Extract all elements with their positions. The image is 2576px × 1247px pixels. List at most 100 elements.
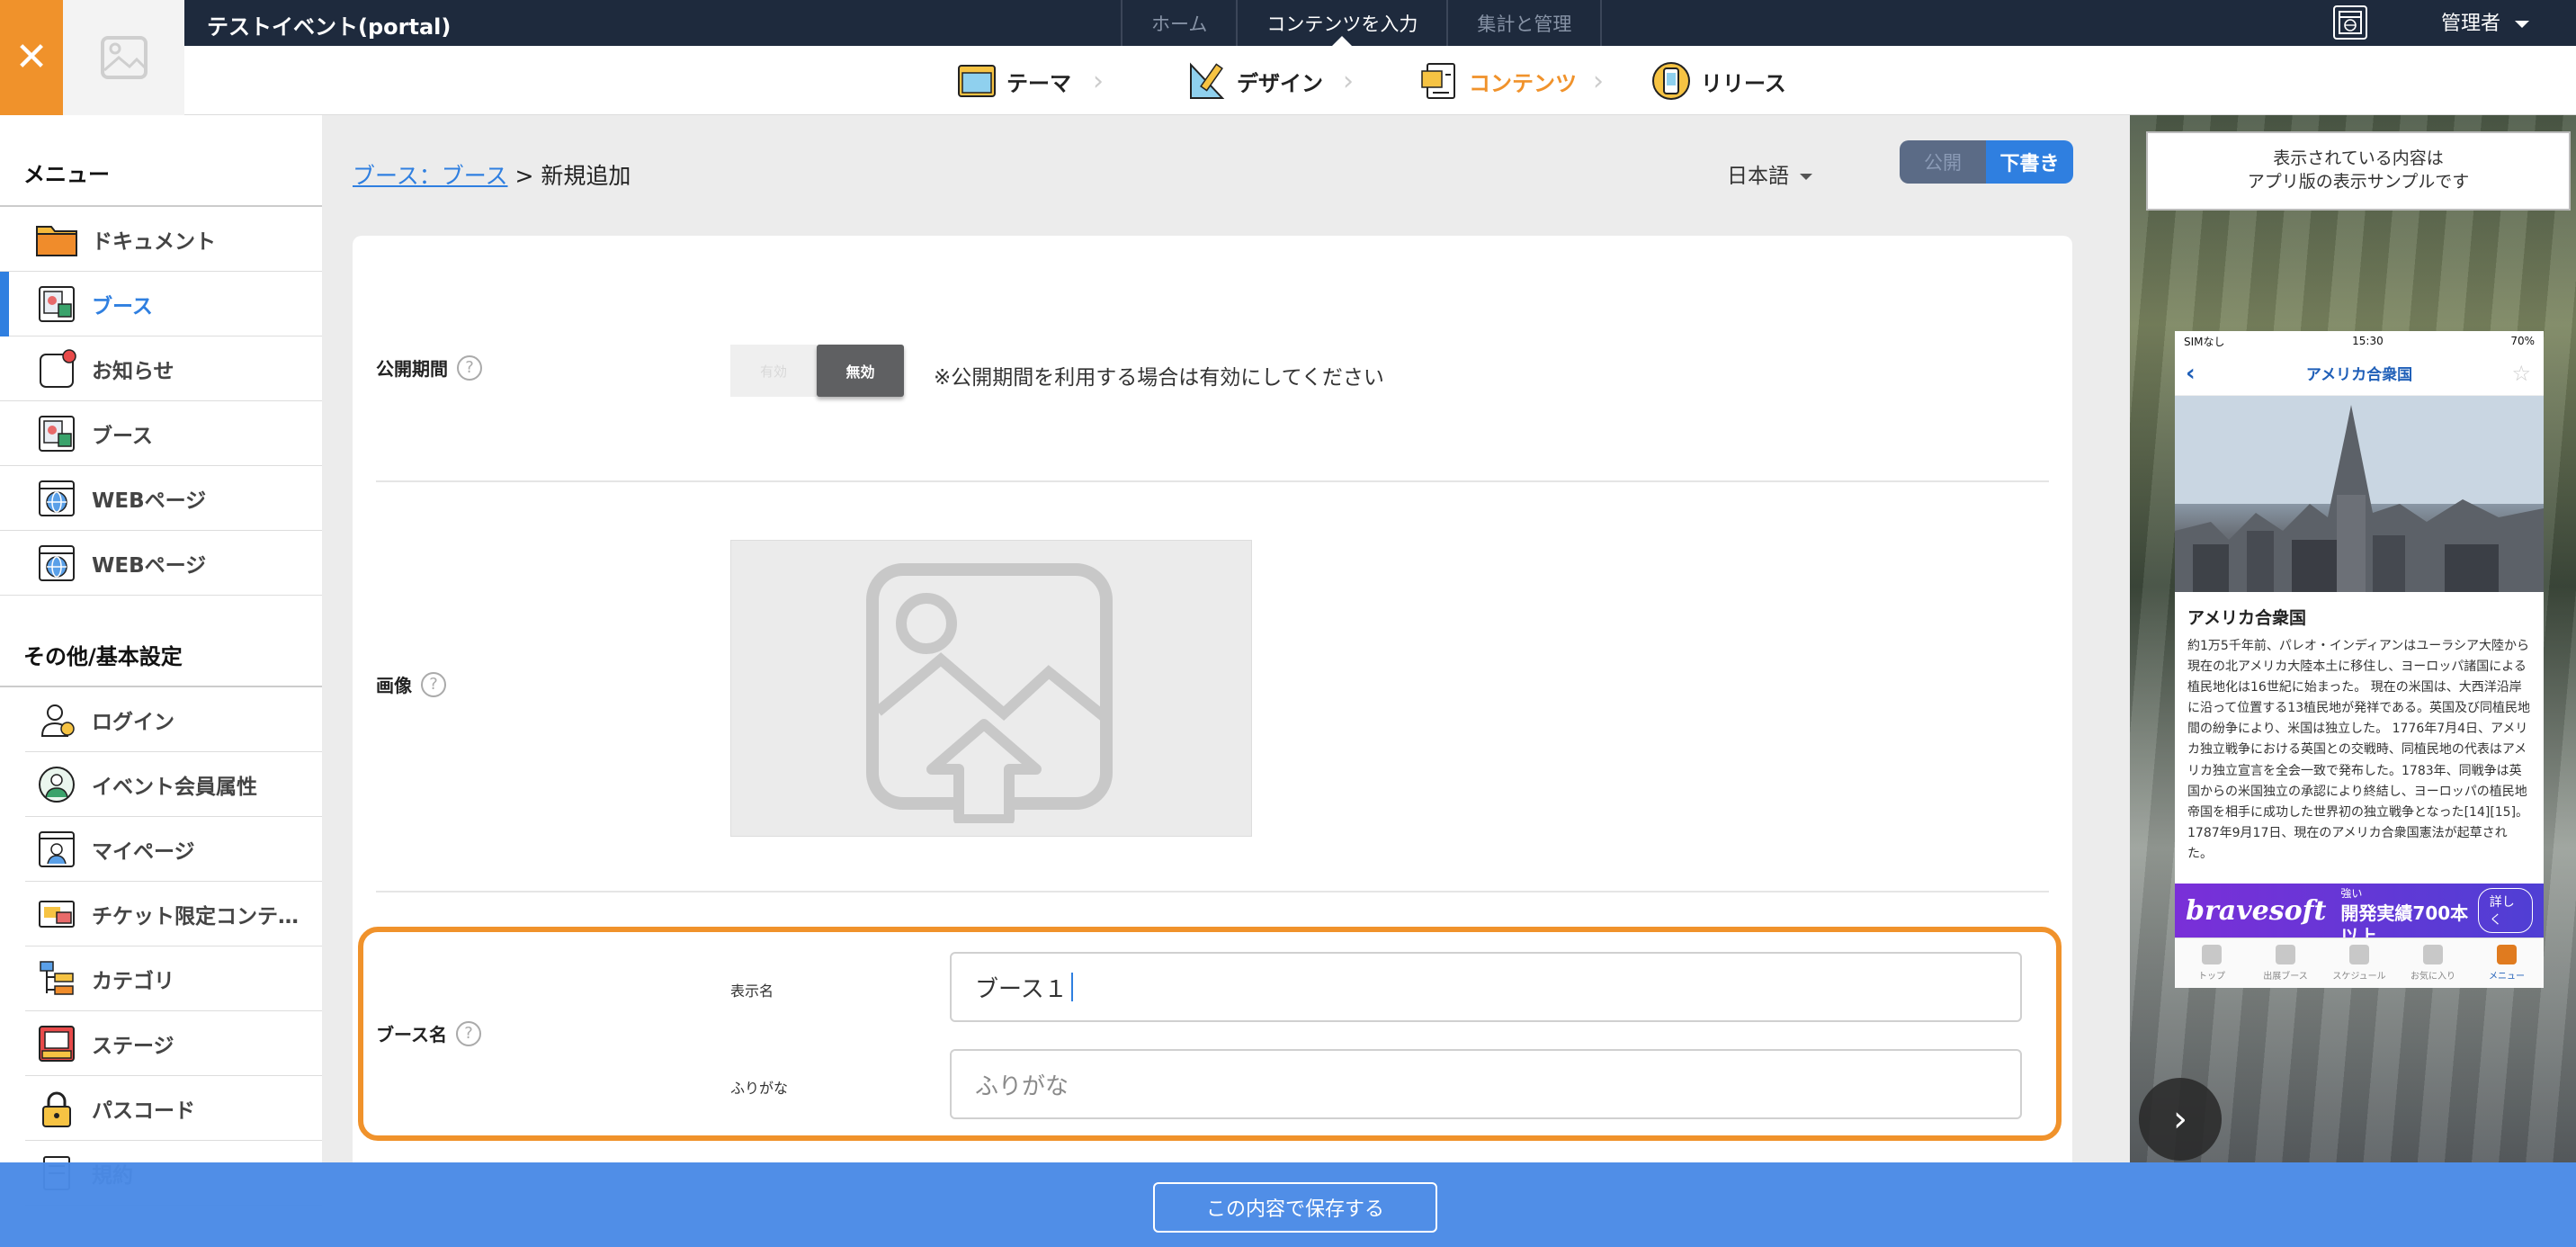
sidebar-item-label: ステージ (92, 1034, 174, 1058)
sidebar-item-stage[interactable]: ステージ (25, 1011, 322, 1076)
booth-name-label: ブース名 ? (376, 1020, 481, 1046)
period-label: 公開期間 ? (376, 354, 482, 381)
period-toggle[interactable]: 有効 無効 (730, 345, 904, 397)
chevron-right-icon: › (2173, 1099, 2187, 1140)
notification-icon (34, 346, 79, 391)
step-design[interactable]: デザイン (1186, 58, 1323, 103)
save-bar: この内容で保存する (0, 1162, 2576, 1247)
breadcrumb-link[interactable]: ブース：ブース (353, 163, 508, 189)
sidebar-item-label: お知らせ (92, 359, 174, 383)
breadcrumb: ブース：ブース > 新規追加 (353, 158, 631, 191)
furigana-placeholder: ふりがな (975, 1072, 1069, 1100)
help-icon[interactable]: ? (457, 354, 482, 381)
sidebar-item-category[interactable]: カテゴリ (25, 946, 322, 1011)
sidebar-item-label: パスコード (92, 1099, 195, 1123)
sidebar-item-label: WEBページ (92, 553, 207, 578)
step-design-label: デザイン (1237, 70, 1323, 96)
sidebar-item-ticket-content[interactable]: チケット限定コンテ… (25, 882, 322, 946)
tab-label: お気に入り (2411, 972, 2455, 982)
topnav-home[interactable]: ホーム (1121, 0, 1236, 46)
help-icon[interactable]: ? (456, 1020, 481, 1046)
sidebar-item-webpage-2[interactable]: WEBページ (0, 531, 322, 596)
period-disabled-option[interactable]: 無効 (817, 345, 904, 397)
next-preview-button[interactable]: › (2139, 1078, 2222, 1161)
sidebar-item-notice[interactable]: お知らせ (0, 336, 322, 401)
phone-tab-favorites[interactable]: お気に入り (2396, 938, 2470, 988)
phone-tab-top[interactable]: トップ (2175, 938, 2249, 988)
folder-icon (34, 217, 79, 262)
sidebar-item-label: カテゴリ (92, 969, 174, 993)
display-name-input[interactable]: ブース１ (950, 952, 2022, 1022)
top-bar: テストイベント(portal) ホーム コンテンツを入力 集計と管理 管理者 (0, 0, 2576, 47)
publish-status-toggle[interactable]: 公開 下書き (1900, 140, 2073, 184)
tab-label: 出展ブース (2263, 972, 2308, 982)
text-cursor (1070, 973, 1073, 1001)
user-menu[interactable]: 管理者 (2441, 7, 2530, 36)
top-navigation: ホーム コンテンツを入力 集計と管理 (1121, 0, 1603, 47)
divider (376, 891, 2049, 893)
save-button[interactable]: この内容で保存する (1153, 1182, 1437, 1233)
topnav-analytics[interactable]: 集計と管理 (1446, 0, 1603, 46)
calendar-icon (2349, 945, 2369, 964)
phone-tab-booth[interactable]: 出展ブース (2249, 938, 2322, 988)
phone-nav-title: アメリカ合衆国 (2305, 366, 2413, 384)
image-upload-area[interactable] (730, 540, 1252, 837)
sidebar-item-label: ドキュメント (92, 229, 216, 254)
step-content[interactable]: コンテンツ (1418, 58, 1577, 103)
member-icon (34, 762, 79, 807)
sidebar-item-label: マイページ (92, 839, 195, 864)
draft-option[interactable]: 下書き (1986, 140, 2073, 184)
event-logo (63, 0, 184, 115)
phone-battery: 70% (2510, 335, 2535, 347)
phone-preview: SIMなし 15:30 70% ‹ アメリカ合衆国 ☆ アメリカ合衆国 約1万5… (2175, 331, 2544, 988)
phone-carrier: SIMなし (2184, 335, 2225, 348)
phone-tab-menu[interactable]: メニュー (2470, 938, 2544, 988)
phone-tab-schedule[interactable]: スケジュール (2322, 938, 2396, 988)
sidebar-item-login[interactable]: ログイン (25, 687, 322, 752)
sidebar-item-label: WEBページ (92, 489, 207, 513)
banner-more-button[interactable]: 詳しく (2477, 888, 2533, 933)
period-enabled-option[interactable]: 有効 (730, 345, 817, 397)
sidebar-item-booth-2[interactable]: ブース (0, 401, 322, 466)
web-preview-icon[interactable] (2333, 5, 2367, 40)
user-name: 管理者 (2441, 13, 2501, 35)
help-icon[interactable]: ? (421, 671, 446, 697)
ad-banner[interactable]: bravesoft iPhone・Androidアプリに強い 開発実績700本以… (2175, 873, 2544, 947)
step-release[interactable]: リリース (1650, 58, 1786, 103)
sidebar-item-member-attributes[interactable]: イベント会員属性 (25, 752, 322, 817)
phone-content-title: アメリカ合衆国 (2187, 608, 2307, 628)
sidebar-item-passcode[interactable]: パスコード (25, 1076, 322, 1141)
step-theme[interactable]: テーマ (956, 58, 1071, 103)
home-icon (2202, 945, 2222, 964)
language-select[interactable]: 日本語 (1727, 158, 1812, 189)
app-preview-panel: 表示されている内容は アプリ版の表示サンプルです SIMなし 15:30 70%… (2130, 115, 2576, 1162)
sidebar-item-webpage[interactable]: WEBページ (0, 466, 322, 531)
booth-icon (2276, 945, 2295, 964)
step-bar: テーマ › デザイン › コンテンツ › リリース (184, 46, 2576, 115)
banner-brand: bravesoft (2186, 894, 2327, 927)
sidebar-item-label: ブース (92, 294, 153, 318)
sidebar-item-booth[interactable]: ブース (0, 272, 322, 336)
ticket-icon (34, 892, 79, 937)
close-button[interactable]: ✕ (0, 0, 63, 115)
sidebar-item-document[interactable]: ドキュメント (0, 207, 322, 272)
topnav-content-input[interactable]: コンテンツを入力 (1236, 0, 1446, 47)
booth-icon (34, 282, 79, 327)
chevron-down-icon (1800, 174, 1812, 180)
public-option[interactable]: 公開 (1900, 140, 1986, 184)
star-icon: ☆ (2511, 360, 2531, 386)
furigana-input[interactable]: ふりがな (950, 1049, 2022, 1119)
tab-label: メニュー (2489, 972, 2525, 982)
tab-label: スケジュール (2332, 972, 2386, 982)
sidebar-item-mypage[interactable]: マイページ (25, 817, 322, 882)
content-icon (1421, 63, 1455, 99)
preview-note-line: アプリ版の表示サンプルです (2247, 172, 2470, 192)
phone-time: 15:30 (2352, 335, 2384, 347)
chevron-right-icon: › (1093, 66, 1104, 97)
display-name-label: 表示名 (730, 982, 774, 1000)
image-upload-icon (866, 563, 1113, 823)
breadcrumb-current: 新規追加 (541, 163, 631, 189)
app-title: テストイベント(portal) (207, 14, 452, 40)
login-icon (34, 697, 79, 742)
chevron-down-icon (2515, 21, 2530, 28)
